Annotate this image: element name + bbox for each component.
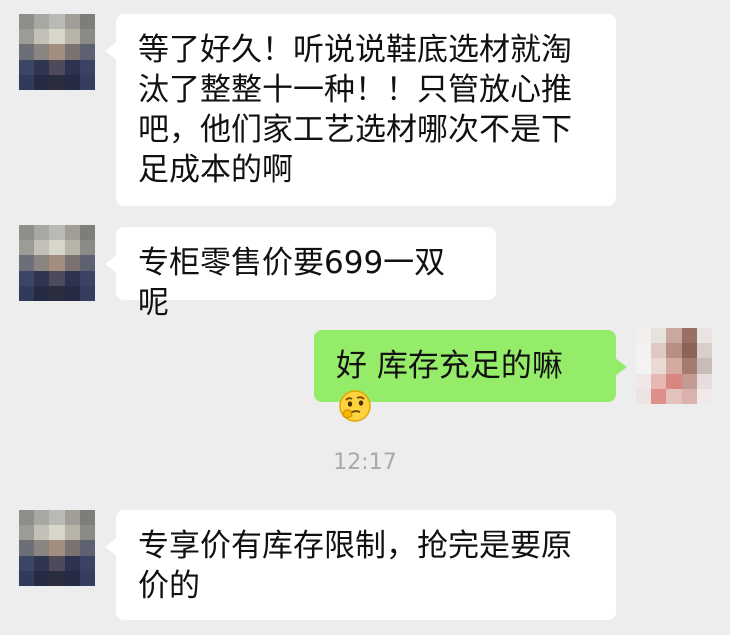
message-bubble-4[interactable]: 专享价有库存限制，抢完是要原价的: [105, 510, 616, 620]
message-text-4: 专享价有库存限制，抢完是要原价的: [138, 528, 572, 604]
contact-avatar[interactable]: [19, 510, 95, 586]
contact-avatar[interactable]: [19, 14, 95, 90]
message-text-1: 等了好久！听说说鞋底选材就淘汰了整整十一种！！只管放心推吧，他们家工艺选材哪次不…: [138, 32, 572, 188]
message-bubble-1[interactable]: 等了好久！听说说鞋底选材就淘汰了整整十一种！！只管放心推吧，他们家工艺选材哪次不…: [105, 14, 616, 206]
thinking-face-emoji: [338, 389, 372, 433]
chat-timestamp: 12:17: [333, 450, 397, 475]
contact-avatar[interactable]: [19, 225, 95, 301]
message-text-3: 好 库存充足的嘛: [336, 348, 563, 384]
message-bubble-3[interactable]: 好 库存充足的嘛: [314, 330, 627, 422]
message-bubble-2[interactable]: 专柜零售价要699一双呢: [105, 227, 496, 321]
my-avatar[interactable]: [636, 328, 712, 404]
message-text-2: 专柜零售价要699一双呢: [138, 245, 446, 321]
